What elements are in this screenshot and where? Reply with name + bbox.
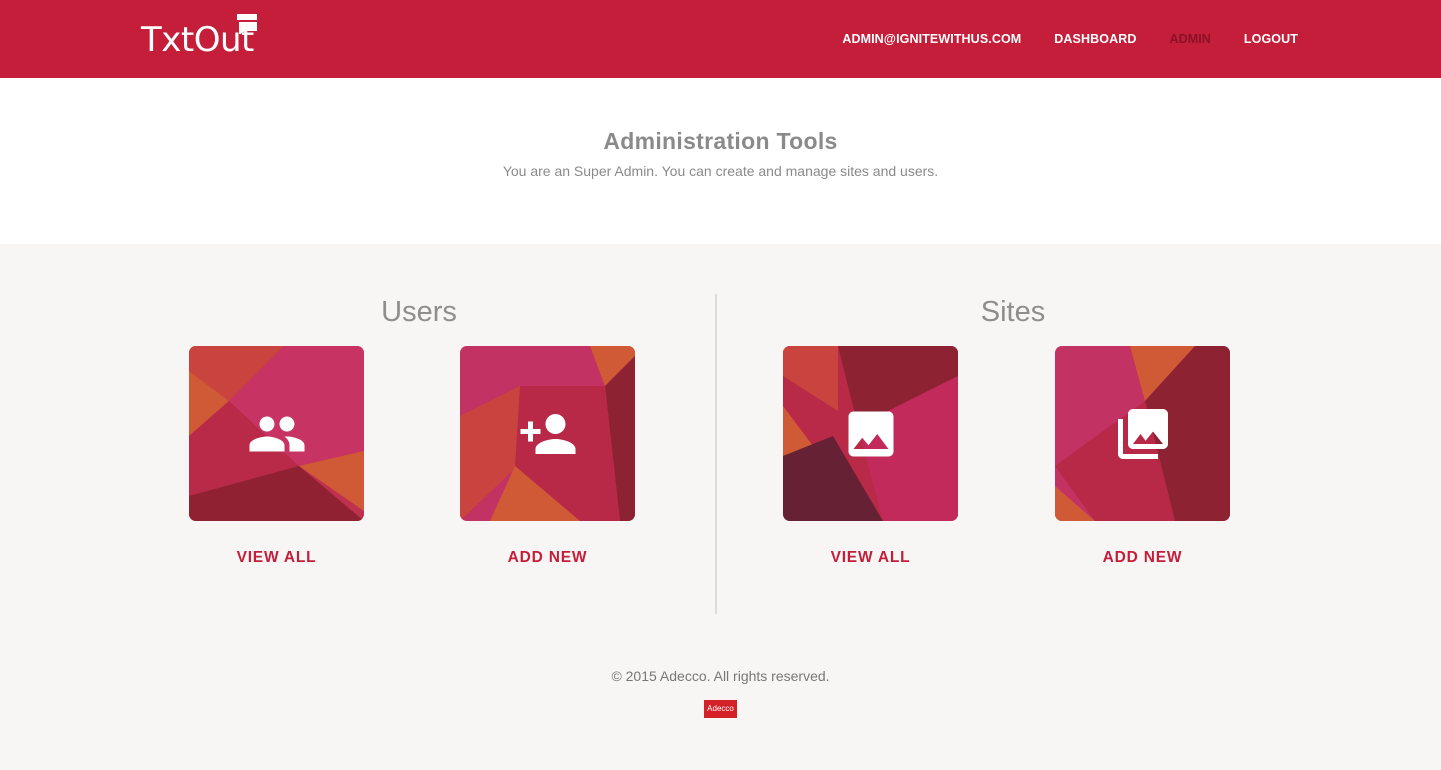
intro-panel: Administration Tools You are an Super Ad… — [0, 78, 1441, 244]
image-icon — [848, 411, 893, 456]
users-add-new-tile[interactable] — [460, 346, 635, 521]
sites-add-new-link[interactable]: ADD NEW — [1055, 549, 1230, 567]
page-subtitle: You are an Super Admin. You can create a… — [502, 163, 939, 179]
main-nav: ADMIN@IGNITEWITHUS.COM DASHBOARD ADMIN L… — [842, 0, 1298, 78]
users-view-all-tile[interactable] — [189, 346, 364, 521]
users-add-new-link[interactable]: ADD NEW — [460, 549, 635, 567]
person-add-icon — [520, 413, 575, 454]
group-icon — [249, 416, 304, 451]
adecco-logo[interactable]: Adecco — [704, 700, 737, 718]
users-view-all-link[interactable]: VIEW ALL — [189, 549, 364, 567]
speech-bubble-icon — [237, 14, 257, 34]
sites-view-all-link[interactable]: VIEW ALL — [783, 549, 958, 567]
nav-dashboard[interactable]: DASHBOARD — [1054, 32, 1136, 46]
section-divider — [715, 294, 717, 614]
sites-add-new-tile[interactable] — [1055, 346, 1230, 521]
copyright-text: © 2015 Adecco. All rights reserved. — [611, 668, 830, 684]
top-navigation-bar: TxtOut ADMIN@IGNITEWITHUS.COM DASHBOARD … — [0, 0, 1441, 78]
nav-logout[interactable]: LOGOUT — [1244, 32, 1298, 46]
sites-section-title: Sites — [980, 296, 1046, 328]
photo-library-icon — [1117, 408, 1168, 459]
sites-view-all-tile[interactable] — [783, 346, 958, 521]
txtout-logo[interactable]: TxtOut — [141, 14, 257, 64]
nav-account-email[interactable]: ADMIN@IGNITEWITHUS.COM — [842, 32, 1021, 46]
users-section-title: Users — [381, 296, 457, 328]
page-title: Administration Tools — [603, 128, 838, 154]
nav-admin[interactable]: ADMIN — [1169, 32, 1210, 46]
